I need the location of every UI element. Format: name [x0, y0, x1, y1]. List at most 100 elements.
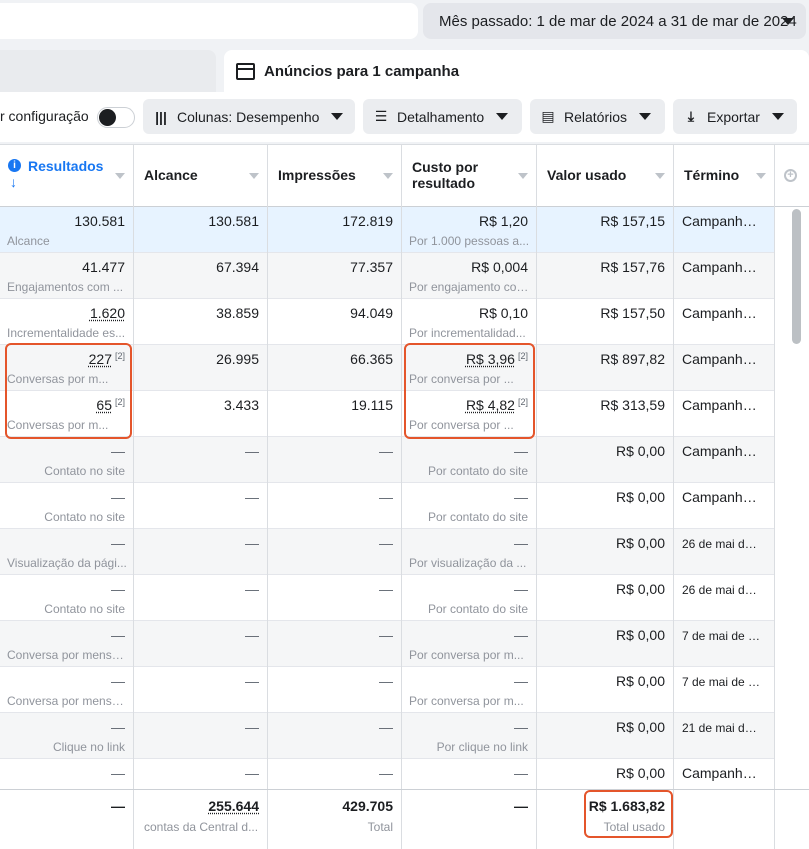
columns-button[interactable]: ||| Colunas: Desempenho [143, 99, 355, 134]
table-row[interactable]: — Conversa por mensa... — — — Por conversa po… [0, 667, 775, 713]
sort-caret-icon[interactable] [115, 173, 125, 179]
config-toggle[interactable] [97, 107, 135, 128]
cell-reach: — [134, 621, 268, 667]
sort-caret-icon[interactable] [383, 173, 393, 179]
search-input[interactable] [0, 3, 418, 39]
cell-end: Campanha... [674, 391, 775, 437]
results-type: Contato no site [44, 602, 125, 616]
cost-type: Por conversa por ... [409, 418, 514, 432]
cell-reach: — [134, 483, 268, 529]
cost-type: Por visualização da ... [409, 556, 527, 570]
cell-end: Campanha... [674, 483, 775, 529]
cell-reach: — [134, 437, 268, 483]
results-value[interactable]: 41.477 [82, 259, 125, 275]
results-number: 130.581 [74, 213, 125, 229]
total-spent-sub: Total usado [603, 820, 665, 834]
total-reach-value[interactable]: 255.644 [208, 798, 259, 814]
results-value[interactable]: 65 [2] [96, 397, 125, 413]
results-value[interactable]: 1.620 [90, 305, 125, 321]
cell-cost-per-result: R$ 0,10 Por incrementalidad... [402, 299, 537, 345]
results-value[interactable]: 130.581 [74, 213, 125, 229]
cell-results: 65 [2] Conversas por m... [0, 391, 134, 437]
results-number: — [111, 765, 125, 781]
table-toolbar: r configuração ||| Colunas: Desempenho ☰… [0, 92, 809, 142]
table-row[interactable]: 1.620 Incrementalidade es... 38.859 94.049 R… [0, 299, 775, 345]
footnote-badge[interactable]: [2] [518, 397, 528, 407]
cell-amount-spent: R$ 0,00 [537, 483, 674, 529]
results-type: Conversa por mensa... [7, 648, 127, 662]
cost-value[interactable]: R$ 3,96 [2] [466, 351, 528, 367]
sort-caret-icon[interactable] [756, 173, 766, 179]
cell-end: 7 de mai de 2... [674, 667, 775, 713]
reports-button[interactable]: ▤ Relatórios [530, 99, 665, 134]
vertical-scrollbar[interactable] [792, 209, 801, 344]
sort-caret-icon[interactable] [518, 173, 528, 179]
cell-results: — Clique no link [0, 713, 134, 759]
results-type: Alcance [7, 234, 50, 248]
table-row[interactable]: 65 [2] Conversas por m... 3.433 19.115 R$ 4,8… [0, 391, 775, 437]
cell-reach: — [134, 529, 268, 575]
cell-reach: — [134, 667, 268, 713]
table-row[interactable]: — Contato no site — — — Por contato do site R$… [0, 483, 775, 529]
table-row[interactable]: — Conversa por mensa... — — — Por conversa po… [0, 621, 775, 667]
ad-window-icon [236, 62, 255, 80]
cost-value[interactable]: R$ 4,82 [2] [466, 397, 528, 413]
date-range-picker[interactable]: Mês passado: 1 de mar de 2024 a 31 de ma… [423, 3, 806, 39]
sort-caret-icon[interactable] [249, 173, 259, 179]
tab-previous[interactable] [0, 50, 216, 92]
footnote-badge[interactable]: [2] [115, 397, 125, 407]
cell-impressions: — [268, 529, 402, 575]
cell-impressions: 77.357 [268, 253, 402, 299]
cell-amount-spent: R$ 157,15 [537, 207, 674, 253]
cell-cost-per-result: — Por clique no link [402, 713, 537, 759]
results-number: — [111, 489, 125, 505]
cell-impressions: — [268, 575, 402, 621]
tab-ads[interactable]: Anúncios para 1 campanha [224, 50, 809, 92]
spent-value: R$ 897,82 [600, 351, 665, 367]
cell-impressions: 66.365 [268, 345, 402, 391]
impressions-value: 94.049 [350, 305, 393, 321]
column-header-reach[interactable]: Alcance [134, 145, 268, 207]
cost-number: — [514, 581, 528, 597]
cost-number: — [514, 535, 528, 551]
chevron-down-icon [771, 113, 784, 120]
info-icon[interactable]: i [8, 159, 21, 172]
table-row[interactable]: 41.477 Engajamentos com ... 67.394 77.357 R$… [0, 253, 775, 299]
cost-type: Por conversa por m... [409, 694, 524, 708]
column-header-cost-per-result[interactable]: Custo por resultado [402, 145, 537, 207]
cell-cost-per-result: — Por conversa por m... [402, 667, 537, 713]
results-value: — [111, 581, 125, 597]
column-header-end[interactable]: Término [674, 145, 775, 207]
sort-caret-icon[interactable] [655, 173, 665, 179]
column-header-amount-spent[interactable]: Valor usado [537, 145, 674, 207]
table-row[interactable]: — Clique no link — — — Por clique no link R$ 0… [0, 713, 775, 759]
column-header-results[interactable]: i Resultados ↓ [0, 145, 134, 207]
cell-impressions: — [268, 437, 402, 483]
total-impressions: 429.705 Total [268, 790, 402, 849]
reach-value: 38.859 [216, 305, 259, 321]
impressions-value: — [379, 673, 393, 689]
column-header-impressions[interactable]: Impressões [268, 145, 402, 207]
table-row[interactable]: — Contato no site — — — Por contato do site R$… [0, 437, 775, 483]
export-button[interactable]: ⤓ Exportar [673, 99, 797, 134]
totals-row: — 255.644 contas da Central d... 429.705… [0, 789, 809, 849]
results-value[interactable]: 227 [2] [89, 351, 125, 367]
cell-end: Campanha... [674, 437, 775, 483]
table-row[interactable]: — Visualização da pági... — — — Por visualiza… [0, 529, 775, 575]
footnote-badge[interactable]: [2] [115, 351, 125, 361]
spent-value: R$ 0,00 [615, 765, 665, 781]
cell-end: Campanha... [674, 207, 775, 253]
breakdown-button[interactable]: ☰ Detalhamento [363, 99, 522, 134]
cost-type: Por incrementalidad... [409, 326, 526, 340]
footnote-badge[interactable]: [2] [518, 351, 528, 361]
table-row[interactable]: 130.581 Alcance 130.581 172.819 R$ 1,20 Por 1… [0, 207, 775, 253]
add-column-icon[interactable]: + [784, 169, 797, 182]
spent-value: R$ 313,59 [600, 397, 665, 413]
table-row[interactable]: 227 [2] Conversas por m... 26.995 66.365 R$ 3… [0, 345, 775, 391]
results-type: Visualização da pági... [7, 556, 127, 570]
cost-value: R$ 1,20 [479, 213, 528, 229]
cell-amount-spent: R$ 897,82 [537, 345, 674, 391]
impressions-value: 172.819 [342, 213, 393, 229]
reach-value: 26.995 [216, 351, 259, 367]
table-row[interactable]: — Contato no site — — — Por contato do site R$… [0, 575, 775, 621]
